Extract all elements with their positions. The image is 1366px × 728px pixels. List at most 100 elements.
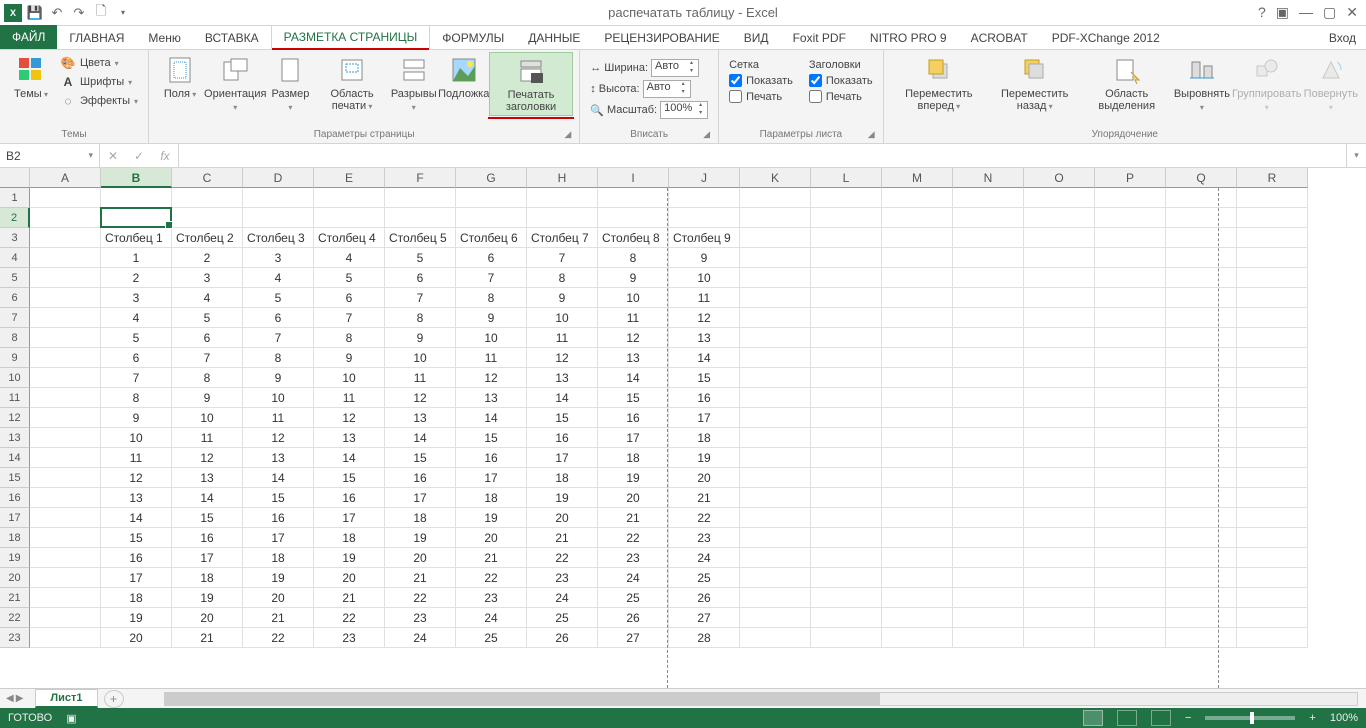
send-backward-button[interactable]: Переместить назад — [988, 52, 1081, 115]
cell[interactable] — [882, 208, 953, 228]
cell[interactable] — [30, 308, 101, 328]
cell[interactable]: 7 — [172, 348, 243, 368]
cell[interactable] — [811, 608, 882, 628]
cell[interactable]: 21 — [243, 608, 314, 628]
cell[interactable]: 12 — [101, 468, 172, 488]
cell[interactable] — [882, 528, 953, 548]
tab-foxit[interactable]: Foxit PDF — [781, 27, 858, 49]
cell[interactable]: 14 — [456, 408, 527, 428]
cell[interactable] — [1166, 208, 1237, 228]
cell[interactable]: 22 — [314, 608, 385, 628]
cell[interactable] — [882, 548, 953, 568]
cell[interactable] — [811, 248, 882, 268]
cell[interactable]: 23 — [385, 608, 456, 628]
cell[interactable]: 19 — [314, 548, 385, 568]
cell[interactable] — [882, 228, 953, 248]
cell[interactable] — [598, 188, 669, 208]
cell[interactable] — [811, 228, 882, 248]
column-header[interactable]: G — [456, 168, 527, 188]
cell[interactable] — [1095, 488, 1166, 508]
cell[interactable] — [882, 588, 953, 608]
cell[interactable] — [1166, 348, 1237, 368]
cell[interactable] — [740, 408, 811, 428]
cell[interactable] — [953, 448, 1024, 468]
fonts-button[interactable]: AШрифты — [56, 73, 142, 91]
row-header[interactable]: 15 — [0, 468, 30, 488]
cell[interactable] — [740, 428, 811, 448]
cell[interactable] — [314, 208, 385, 228]
column-header[interactable]: Q — [1166, 168, 1237, 188]
row-header[interactable]: 7 — [0, 308, 30, 328]
cell[interactable] — [30, 508, 101, 528]
cell[interactable] — [1237, 268, 1308, 288]
cell[interactable]: 11 — [101, 448, 172, 468]
cell[interactable] — [1166, 548, 1237, 568]
cell[interactable]: 21 — [527, 528, 598, 548]
cell[interactable]: 7 — [456, 268, 527, 288]
cell[interactable]: 2 — [101, 268, 172, 288]
redo-icon[interactable]: ↷ — [70, 4, 88, 22]
cell[interactable] — [882, 428, 953, 448]
orientation-button[interactable]: Ориентация — [205, 52, 265, 116]
cell[interactable] — [456, 188, 527, 208]
cell[interactable] — [740, 528, 811, 548]
cell[interactable] — [1166, 248, 1237, 268]
cell[interactable] — [101, 208, 172, 228]
cell[interactable]: 16 — [243, 508, 314, 528]
cell[interactable] — [882, 628, 953, 648]
cell[interactable] — [740, 568, 811, 588]
cell[interactable] — [669, 188, 740, 208]
cell[interactable] — [811, 408, 882, 428]
cell[interactable] — [30, 348, 101, 368]
cell[interactable] — [953, 568, 1024, 588]
cell[interactable]: 1 — [101, 248, 172, 268]
cell[interactable] — [172, 188, 243, 208]
cell[interactable]: 16 — [456, 448, 527, 468]
cell[interactable]: 13 — [172, 468, 243, 488]
cell[interactable]: 28 — [669, 628, 740, 648]
zoom-out-icon[interactable]: − — [1185, 712, 1191, 724]
cell[interactable]: 6 — [101, 348, 172, 368]
cell[interactable]: 16 — [101, 548, 172, 568]
cell[interactable] — [1095, 428, 1166, 448]
cell[interactable]: 26 — [598, 608, 669, 628]
cell[interactable]: 5 — [314, 268, 385, 288]
tab-nitro[interactable]: NITRO PRO 9 — [858, 27, 959, 49]
cell[interactable]: 8 — [172, 368, 243, 388]
cell[interactable] — [740, 608, 811, 628]
cell[interactable]: 19 — [172, 588, 243, 608]
row-header[interactable]: 1 — [0, 188, 30, 208]
cell[interactable]: 15 — [172, 508, 243, 528]
cell[interactable]: 21 — [456, 548, 527, 568]
cell[interactable]: 6 — [456, 248, 527, 268]
cell[interactable] — [740, 208, 811, 228]
cell[interactable]: 15 — [101, 528, 172, 548]
tab-review[interactable]: РЕЦЕНЗИРОВАНИЕ — [592, 27, 731, 49]
macro-record-icon[interactable]: ▣ — [66, 712, 76, 725]
cell[interactable]: 9 — [172, 388, 243, 408]
cell[interactable] — [811, 348, 882, 368]
headings-print-checkbox[interactable]: Печать — [805, 89, 877, 104]
cell[interactable] — [1237, 328, 1308, 348]
cell[interactable] — [953, 588, 1024, 608]
column-header[interactable]: E — [314, 168, 385, 188]
gridlines-view-checkbox[interactable]: Показать — [725, 73, 797, 88]
cell[interactable] — [1095, 408, 1166, 428]
cell[interactable]: 8 — [527, 268, 598, 288]
cell[interactable]: 3 — [243, 248, 314, 268]
cell[interactable] — [882, 328, 953, 348]
formula-input[interactable] — [179, 144, 1346, 167]
cell[interactable] — [1024, 428, 1095, 448]
cell[interactable] — [527, 208, 598, 228]
cell[interactable]: 19 — [385, 528, 456, 548]
cell[interactable] — [1024, 228, 1095, 248]
column-header[interactable]: O — [1024, 168, 1095, 188]
cell[interactable] — [243, 208, 314, 228]
cell[interactable] — [740, 588, 811, 608]
cell[interactable]: 15 — [456, 428, 527, 448]
column-header[interactable]: L — [811, 168, 882, 188]
row-header[interactable]: 3 — [0, 228, 30, 248]
cell[interactable]: 8 — [598, 248, 669, 268]
cell[interactable] — [1095, 228, 1166, 248]
tab-file[interactable]: ФАЙЛ — [0, 25, 57, 49]
